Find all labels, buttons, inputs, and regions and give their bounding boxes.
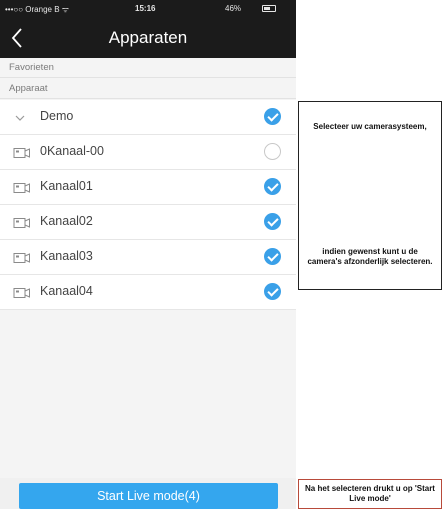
device-row[interactable]: 0Kanaal-00	[0, 135, 296, 170]
camera-icon	[13, 146, 31, 164]
status-time: 15:16	[135, 4, 156, 13]
annotation-select-system: Selecteer uw camerasysteem,	[313, 122, 427, 131]
device-label: Kanaal04	[40, 284, 93, 298]
device-label: Kanaal03	[40, 249, 93, 263]
battery-icon	[262, 5, 276, 12]
status-bar: •••○○ Orange B ᯤ 15:16 46%	[0, 0, 296, 18]
annotation-after-select: Na het selecteren drukt u op 'Start Live…	[305, 484, 435, 503]
nav-bar: Apparaten	[0, 18, 296, 58]
annotation-box-start: Na het selecteren drukt u op 'Start Live…	[298, 479, 442, 509]
bottom-bar: Start Live mode(4)	[0, 478, 296, 509]
device-list: Demo 0Kanaal-00 Kanaal01 Kanaal02 Kanaal03 Ka…	[0, 100, 296, 310]
section-favorites: Favorieten	[0, 58, 296, 78]
device-row[interactable]: Kanaal01	[0, 170, 296, 205]
device-row[interactable]: Kanaal02	[0, 205, 296, 240]
device-row[interactable]: Kanaal04	[0, 275, 296, 310]
checked-checkbox[interactable]	[264, 108, 281, 125]
device-label: Kanaal01	[40, 179, 93, 193]
start-live-mode-button[interactable]: Start Live mode(4)	[19, 483, 278, 509]
device-row[interactable]: Kanaal03	[0, 240, 296, 275]
annotation-box-select: Selecteer uw camerasysteem, indien gewen…	[298, 101, 442, 290]
chevron-down-icon	[13, 111, 27, 129]
camera-icon	[13, 216, 31, 234]
battery-percent: 46%	[225, 4, 242, 13]
page-title: Apparaten	[108, 28, 188, 47]
checked-checkbox[interactable]	[264, 213, 281, 230]
unchecked-checkbox[interactable]	[264, 143, 281, 160]
checked-checkbox[interactable]	[264, 178, 281, 195]
section-devices: Apparaat	[0, 79, 296, 99]
device-label: 0Kanaal-00	[40, 144, 104, 158]
phone-screen: •••○○ Orange B ᯤ 15:16 46% Apparaten Fav…	[0, 0, 296, 509]
camera-icon	[13, 251, 31, 269]
camera-icon	[13, 286, 31, 304]
carrier-signal: •••○○ Orange B ᯤ	[5, 5, 70, 14]
device-row[interactable]: Demo	[0, 100, 296, 135]
camera-icon	[13, 181, 31, 199]
checked-checkbox[interactable]	[264, 283, 281, 300]
device-label: Demo	[40, 109, 74, 123]
checked-checkbox[interactable]	[264, 248, 281, 265]
device-label: Kanaal02	[40, 214, 93, 228]
annotation-select-individual: indien gewenst kunt u de camera's afzond…	[307, 247, 433, 266]
